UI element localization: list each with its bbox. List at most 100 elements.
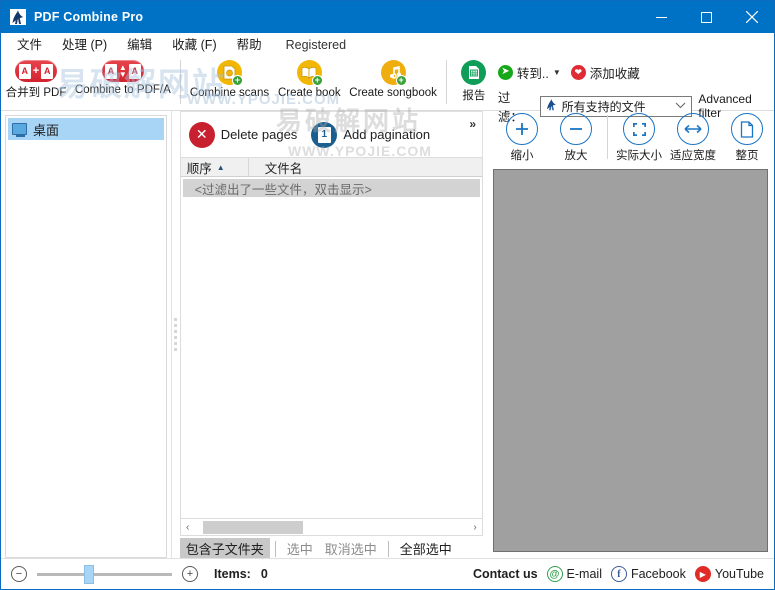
- deselect-button[interactable]: 取消选中: [319, 538, 383, 559]
- main-toolbar: A + A 合并到 PDF A ▲ ▼ A Combine to PDF/A + Comb…: [1, 57, 774, 124]
- status-bar: − + Items: 0 Contact us @ E-mail f Faceb…: [1, 558, 774, 589]
- menu-process[interactable]: 处理 (P): [52, 34, 117, 56]
- toolbar-separator-2: [445, 60, 447, 104]
- add-pagination-label: Add pagination: [343, 127, 431, 142]
- menu-favorites[interactable]: 收藏 (F): [162, 34, 226, 56]
- create-songbook-button[interactable]: + Create songbook: [345, 57, 441, 99]
- column-header-order-label: 顺序: [186, 161, 212, 176]
- zoom-out-button[interactable]: 放大: [549, 113, 603, 163]
- add-favorite-button[interactable]: ❤ 添加收藏: [570, 63, 640, 82]
- email-link[interactable]: @ E-mail: [546, 566, 602, 582]
- whole-page-button[interactable]: 整页: [720, 113, 774, 163]
- zoom-out-minus-icon: [560, 113, 592, 145]
- add-favorite-label: 添加收藏: [589, 66, 640, 81]
- file-list-actions: 包含子文件夹 选中 取消选中 全部选中: [179, 536, 483, 559]
- file-grid-header: 顺序 ▲ 文件名: [179, 157, 483, 177]
- close-button[interactable]: [729, 1, 774, 33]
- combine-to-pdfa-button[interactable]: A ▲ ▼ A Combine to PDF/A: [71, 57, 175, 96]
- facebook-icon: f: [610, 566, 627, 582]
- goto-arrow-icon: ➤: [497, 64, 513, 80]
- zoom-in-plus-icon: [506, 113, 538, 145]
- combine-scans-button[interactable]: + Combine scans: [186, 57, 274, 99]
- include-subfolders-button[interactable]: 包含子文件夹: [179, 538, 270, 559]
- folder-tree[interactable]: 桌面: [5, 115, 167, 558]
- splitter-left[interactable]: [171, 111, 180, 558]
- combine-to-pdf-label: 合并到 PDF: [5, 87, 67, 99]
- menu-help[interactable]: 帮助: [227, 34, 272, 56]
- file-grid-body[interactable]: <过滤出了一些文件，双击显示>: [179, 177, 483, 519]
- heart-icon: ❤: [570, 64, 586, 80]
- contact-us-label: Contact us: [472, 567, 538, 581]
- whole-page-icon: [731, 113, 763, 145]
- create-book-button[interactable]: + Create book: [273, 57, 345, 99]
- folder-tree-pane: 桌面: [1, 111, 172, 558]
- combine-scans-label: Combine scans: [189, 87, 270, 99]
- splitter-grip: [174, 318, 178, 351]
- window-controls: [639, 1, 774, 33]
- file-grid-horizontal-scrollbar[interactable]: ‹ ›: [179, 519, 483, 536]
- status-bar-links: Contact us @ E-mail f Facebook ▶ YouTube: [473, 566, 764, 582]
- minimize-button[interactable]: [639, 1, 684, 33]
- zoom-in-button[interactable]: 缩小: [495, 113, 549, 163]
- title-bar: PDF Combine Pro: [1, 1, 774, 33]
- page-operations-toolbar: ✕ Delete pages 1 Add pagination »: [179, 111, 483, 157]
- action-separator-2: [387, 540, 389, 557]
- preview-pane: 缩小 放大 实际大小 适应宽度 整页: [483, 111, 774, 558]
- thumbnail-size-slider[interactable]: [37, 564, 172, 584]
- select-button[interactable]: 选中: [281, 538, 319, 559]
- combine-to-pdf-button[interactable]: A + A 合并到 PDF: [1, 57, 71, 100]
- delete-pages-icon: ✕: [188, 121, 215, 148]
- select-all-button[interactable]: 全部选中: [394, 538, 458, 559]
- actual-size-button[interactable]: 实际大小: [612, 113, 666, 163]
- fit-width-button[interactable]: 适应宽度: [666, 113, 720, 163]
- pdf-preview-surface[interactable]: [493, 169, 768, 552]
- view-toolbar-separator: [607, 115, 608, 159]
- facebook-link[interactable]: f Facebook: [610, 566, 686, 582]
- slider-thumb[interactable]: [84, 564, 94, 584]
- column-header-order[interactable]: 顺序 ▲: [181, 158, 249, 176]
- column-header-filename-label: 文件名: [264, 161, 303, 176]
- tree-item-desktop[interactable]: 桌面: [8, 118, 164, 140]
- facebook-label: Facebook: [630, 567, 686, 581]
- tree-item-label: 桌面: [33, 122, 60, 138]
- add-pagination-button[interactable]: 1 Add pagination: [311, 121, 431, 148]
- maximize-button[interactable]: [684, 1, 729, 33]
- toolbar-overflow-icon[interactable]: »: [469, 117, 476, 131]
- create-songbook-label: Create songbook: [349, 87, 437, 99]
- combine-to-pdfa-label: Combine to PDF/A: [74, 84, 171, 96]
- items-label: Items:: [214, 567, 251, 581]
- email-label: E-mail: [566, 567, 602, 581]
- add-pagination-icon: 1: [311, 121, 338, 148]
- pagination-badge: 1: [317, 126, 331, 143]
- youtube-link[interactable]: ▶ YouTube: [694, 566, 764, 582]
- chevron-down-icon[interactable]: ▼: [553, 68, 561, 77]
- desktop-icon: [12, 123, 27, 137]
- action-separator-1: [274, 540, 276, 557]
- report-label: 报告: [462, 90, 486, 102]
- fit-width-label: 适应宽度: [670, 150, 716, 162]
- create-book-icon: +: [296, 60, 323, 86]
- menu-registered[interactable]: Registered: [272, 34, 356, 56]
- view-toolbar: 缩小 放大 实际大小 适应宽度 整页: [485, 111, 774, 169]
- delete-pages-label: Delete pages: [220, 127, 298, 142]
- items-count: 0: [260, 567, 268, 581]
- menu-file[interactable]: 文件: [7, 34, 52, 56]
- scroll-right-icon[interactable]: ›: [468, 522, 482, 533]
- goto-button[interactable]: ➤ 转到.. ▼: [497, 63, 561, 82]
- report-button[interactable]: 报告: [452, 57, 496, 103]
- scroll-left-icon[interactable]: ‹: [181, 522, 195, 533]
- zoom-out-label: 放大: [564, 150, 588, 162]
- actual-size-icon: [623, 113, 655, 145]
- combine-to-pdf-icon: A + A: [15, 60, 57, 82]
- delete-pages-button[interactable]: ✕ Delete pages: [188, 121, 298, 148]
- thumbnail-zoom-out-button[interactable]: −: [11, 566, 27, 582]
- column-header-filename[interactable]: 文件名: [249, 158, 482, 176]
- combine-scans-icon: +: [216, 60, 243, 86]
- actual-size-label: 实际大小: [616, 150, 662, 162]
- chevron-down-icon[interactable]: [675, 101, 689, 112]
- thumbnail-zoom-in-button[interactable]: +: [182, 566, 198, 582]
- scrollbar-thumb[interactable]: [202, 520, 303, 534]
- menu-edit[interactable]: 编辑: [117, 34, 162, 56]
- scrollbar-track[interactable]: [194, 520, 468, 534]
- filtered-files-note[interactable]: <过滤出了一些文件，双击显示>: [182, 179, 480, 197]
